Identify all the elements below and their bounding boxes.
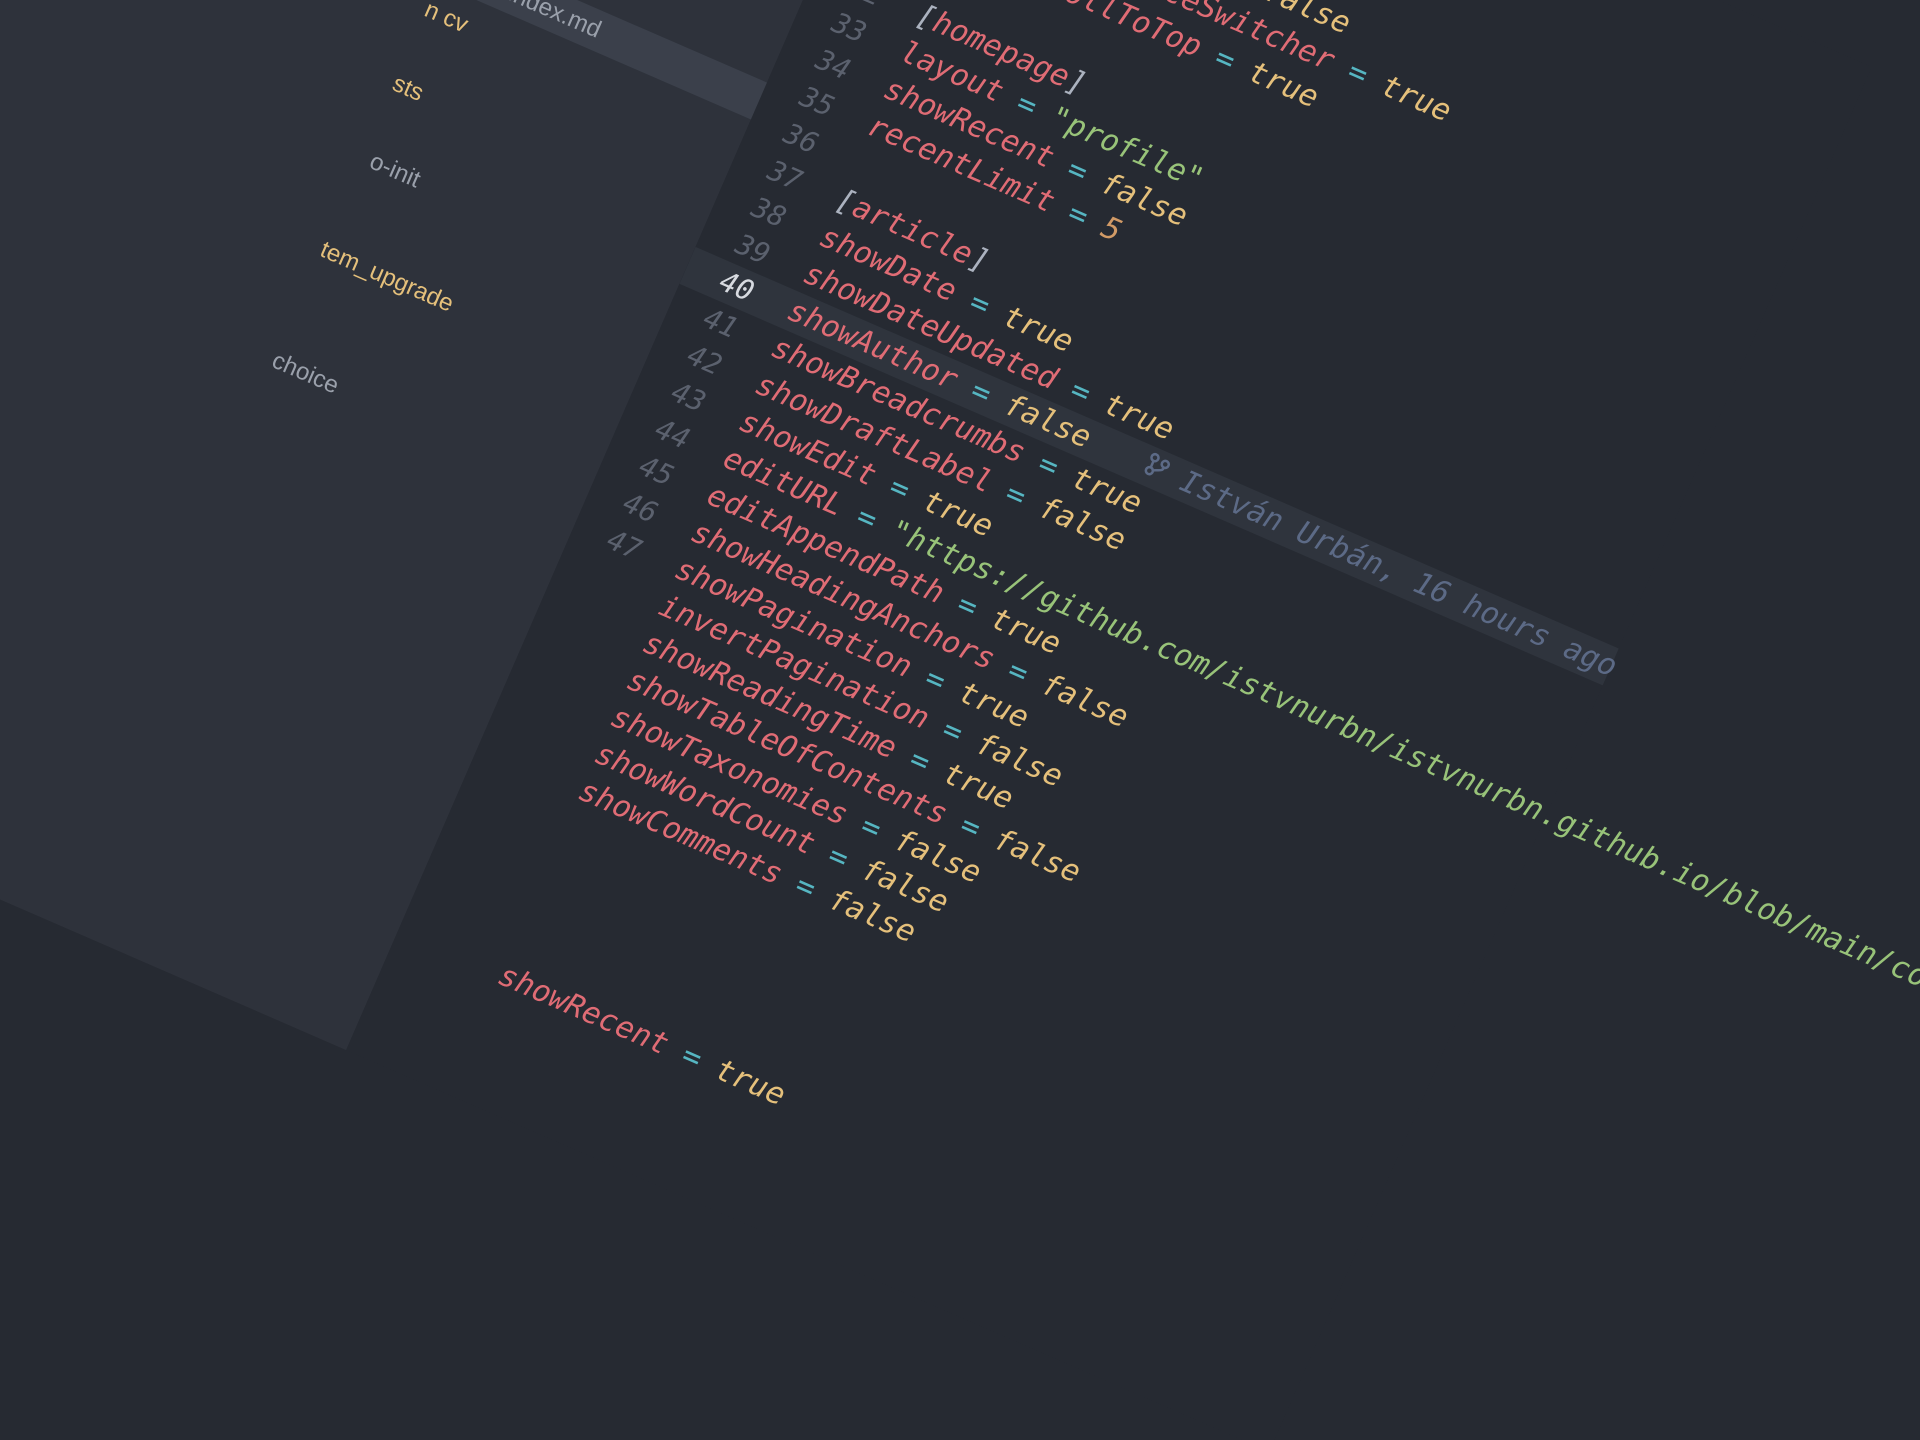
sidebar-item-label: index.md [504,0,606,44]
sidebar-item-label: choice [268,346,343,400]
code-token: true [1375,68,1457,130]
sidebar-item-choice[interactable]: choice [265,341,345,406]
sidebar-item-label: tem_upgrade [316,235,458,318]
code-line[interactable] [556,808,572,845]
code-token: showRecent [493,957,674,1063]
sidebar-item-sts[interactable]: sts [386,64,430,113]
markdown-file-icon [474,0,509,8]
sidebar-item-label: o-init [365,147,425,194]
code-line[interactable] [845,143,861,180]
code-token: false [988,821,1086,891]
code-token: true [709,1051,791,1114]
sidebar-item-o-init[interactable]: o-init [363,142,427,200]
sidebar-item-label: n cv [420,0,473,39]
ide-window: mlentaboutindex.mdn cvstso-inittem_upgra… [0,0,1920,1440]
code-token: false [1036,666,1134,736]
sidebar-item-n-cv[interactable]: n cv [418,0,475,45]
code-line[interactable] [524,882,540,919]
sidebar-item-tem-upgrade[interactable]: tem_upgrade [313,230,460,324]
sidebar-item-index-md[interactable]: index.md [474,0,608,50]
code-line[interactable]: showRecent = true [492,956,792,1116]
sidebar-item-label: sts [388,69,428,107]
code-line[interactable] [540,845,556,882]
code-line[interactable] [508,919,524,956]
git-blame-text: István Urbán, 16 hours ago [1174,463,1623,685]
ide-screen: mlentaboutindex.mdn cvstso-inittem_upgra… [0,0,1920,1440]
